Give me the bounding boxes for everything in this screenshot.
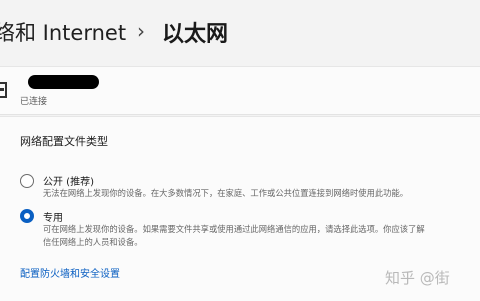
connection-status-card: 已连接 [0, 66, 480, 115]
ethernet-icon [0, 82, 7, 98]
redacted-network-name [28, 75, 99, 89]
private-radio[interactable] [20, 209, 34, 223]
private-option-label[interactable]: 专用 [43, 209, 63, 224]
breadcrumb-separator-icon: › [137, 19, 145, 43]
public-radio[interactable] [20, 174, 34, 188]
firewall-settings-link[interactable]: 配置防火墙和安全设置 [20, 265, 120, 280]
private-option-description-line1: 可在网络上发现你的设备。如果需要文件共享或使用通过此网络通信的应用，请选择此选项… [43, 224, 425, 234]
connection-status-text: 已连接 [20, 97, 48, 107]
private-option-description-line2: 信任网络上的人员和设备。 [43, 237, 143, 247]
public-option-label[interactable]: 公开 (推荐) [43, 173, 94, 188]
network-profile-card: 网络配置文件类型 公开 (推荐) 无法在网络上发现你的设备。在大多数情况下，在家… [0, 116, 480, 301]
breadcrumb-parent[interactable]: 络和 Internet [0, 17, 126, 47]
watermark: 知乎 @街 [385, 269, 450, 287]
section-title: 网络配置文件类型 [20, 135, 108, 148]
page-title: 以太网 [162, 22, 229, 47]
public-option-description: 无法在网络上发现你的设备。在大多数情况下，在家庭、工作或公共位置连接到网络时使用… [43, 188, 409, 198]
page-header: 络和 Internet › 以太网 [0, 0, 480, 66]
